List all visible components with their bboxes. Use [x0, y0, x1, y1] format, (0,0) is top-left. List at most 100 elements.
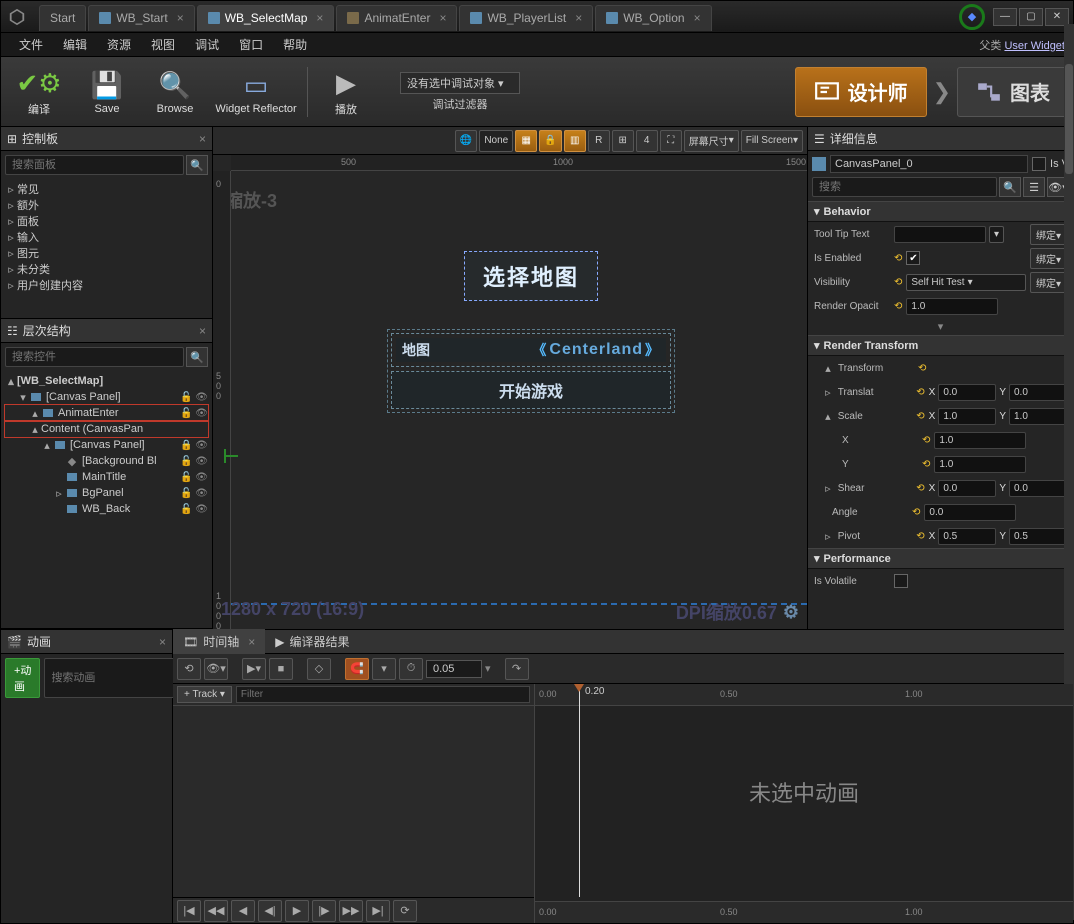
save-button[interactable]: 💾Save — [75, 61, 139, 123]
frame-back-icon[interactable]: ◀| — [258, 900, 282, 922]
scale-x-input[interactable] — [938, 408, 996, 425]
reset-icon[interactable]: ⟲ — [894, 253, 902, 264]
tab-wb-playerlist[interactable]: WB_PlayerList× — [459, 5, 593, 31]
palette-tab[interactable]: ⊞控制板× — [1, 127, 212, 151]
menu-file[interactable]: 文件 — [9, 32, 53, 57]
hierarchy-row[interactable]: ◆[Background Bl🔓 👁 — [5, 453, 208, 469]
enabled-checkbox[interactable]: ✔ — [906, 251, 920, 265]
menu-debug[interactable]: 调试 — [185, 32, 229, 57]
search-icon[interactable]: 🔍 — [186, 347, 208, 367]
hierarchy-row[interactable]: ▴[Canvas Panel]🔒 👁 — [5, 437, 208, 453]
grid-button[interactable]: ⊞ — [612, 130, 634, 152]
play-reverse-icon[interactable]: ◀ — [231, 900, 255, 922]
reset-icon[interactable]: ⟲ — [894, 301, 902, 312]
play-icon[interactable]: ▶▾ — [242, 658, 266, 680]
hierarchy-tree[interactable]: ▴[WB_SelectMap] ▾[Canvas Panel]🔓 👁▴Anima… — [1, 371, 212, 519]
fps-icon[interactable]: ⏱ — [399, 658, 423, 680]
translate-y-input[interactable] — [1009, 384, 1067, 401]
browse-button[interactable]: 🔍Browse — [143, 61, 207, 123]
menu-asset[interactable]: 资源 — [97, 32, 141, 57]
parent-class-link[interactable]: User Widget — [1004, 40, 1065, 52]
hierarchy-row[interactable]: MainTitle🔓 👁 — [5, 469, 208, 485]
angle-input[interactable] — [924, 504, 1016, 521]
opacity-input[interactable] — [906, 298, 998, 315]
widget-name-input[interactable] — [830, 155, 1028, 173]
pivot-x-input[interactable] — [938, 528, 996, 545]
add-animation-button[interactable]: +动画 — [5, 658, 40, 698]
loop-icon[interactable]: ⟳ — [393, 900, 417, 922]
details-search-input[interactable] — [812, 177, 997, 197]
close-icon[interactable]: × — [439, 11, 446, 25]
play-fwd-icon[interactable]: ▶ — [285, 900, 309, 922]
curve-icon[interactable]: ↷ — [505, 658, 529, 680]
stop-icon[interactable]: ■ — [269, 658, 293, 680]
lang-button[interactable]: 🌐 — [455, 130, 477, 152]
reset-icon[interactable]: ⟲ — [918, 363, 926, 374]
menu-window[interactable]: 窗口 — [229, 32, 273, 57]
designer-viewport[interactable]: 缩放-3 500 1000 1500 0 5 0 0 1 0 0 0 选择地图 — [213, 155, 807, 629]
widget-reflector-button[interactable]: ▭Widget Reflector — [211, 61, 301, 123]
palette-tree[interactable]: ▹常见 ▹额外 ▹面板 ▹输入 ▹图元 ▹未分类 ▹用户创建内容 — [1, 179, 212, 295]
filter-icon[interactable]: ☰ — [1023, 177, 1045, 197]
tab-start[interactable]: Start — [39, 5, 86, 31]
outline-button[interactable]: ▦ — [515, 130, 537, 152]
category-performance[interactable]: ▾ Performance — [808, 548, 1073, 569]
pivot-y-input[interactable] — [1009, 528, 1067, 545]
screen-size-button[interactable]: 屏幕尺寸▾ — [684, 130, 739, 152]
tab-animatenter[interactable]: AnimatEnter× — [336, 5, 457, 31]
window-close[interactable]: ✕ — [1045, 8, 1069, 26]
close-icon[interactable]: × — [575, 11, 582, 25]
menu-view[interactable]: 视图 — [141, 32, 185, 57]
lock-button[interactable]: 🔒 — [539, 130, 561, 152]
compiler-results-tab[interactable]: ▶编译器结果 — [265, 629, 359, 654]
goto-start-icon[interactable]: |◀ — [177, 900, 201, 922]
tab-wb-start[interactable]: WB_Start× — [88, 5, 194, 31]
time-step-input[interactable] — [426, 660, 482, 678]
gear-icon[interactable]: ⚙ — [783, 602, 799, 623]
menu-help[interactable]: 帮助 — [273, 32, 317, 57]
goto-end-icon[interactable]: ▶| — [366, 900, 390, 922]
fill-screen-button[interactable]: Fill Screen▾ — [741, 130, 803, 152]
scale-y-solo[interactable] — [934, 456, 1026, 473]
window-minimize[interactable]: — — [993, 8, 1017, 26]
bind-button[interactable]: 绑定▾ — [1030, 248, 1067, 269]
scale-x-solo[interactable] — [934, 432, 1026, 449]
is-variable-checkbox[interactable] — [1032, 157, 1046, 171]
hierarchy-tab[interactable]: ☷层次结构× — [1, 319, 212, 343]
rewind-icon[interactable]: ⟲ — [177, 658, 201, 680]
close-icon[interactable]: × — [316, 11, 323, 25]
scale-y-input[interactable] — [1009, 408, 1067, 425]
close-icon[interactable]: × — [694, 11, 701, 25]
animations-tab[interactable]: 🎬动画× — [1, 630, 172, 654]
close-icon[interactable]: × — [159, 635, 166, 649]
zoom-fit-button[interactable]: ⛶ — [660, 130, 682, 152]
add-track-button[interactable]: + Track ▾ — [177, 686, 232, 703]
none-button[interactable]: None — [479, 130, 513, 152]
details-tab[interactable]: ☰详细信息 — [808, 127, 1073, 151]
bind-button[interactable]: 绑定▾ — [1030, 224, 1067, 245]
hierarchy-row[interactable]: WB_Back🔓 👁 — [5, 501, 208, 517]
close-icon[interactable]: × — [199, 324, 206, 338]
play-button[interactable]: ▶播放 — [314, 61, 378, 123]
volatile-checkbox[interactable] — [894, 574, 908, 588]
timeline-graph[interactable]: 0.00 0.50 1.00 1.50 0.20 未选中动画 0.00 0.50… — [535, 684, 1073, 923]
menu-edit[interactable]: 编辑 — [53, 32, 97, 57]
frame-fwd-icon[interactable]: |▶ — [312, 900, 336, 922]
window-maximize[interactable]: ▢ — [1019, 8, 1043, 26]
track-filter-input[interactable] — [236, 686, 530, 703]
tab-wb-option[interactable]: WB_Option× — [595, 5, 711, 31]
hierarchy-search-input[interactable] — [5, 347, 184, 367]
reset-icon[interactable]: ⟲ — [894, 277, 902, 288]
layout-button[interactable]: ▥ — [564, 130, 586, 152]
visibility-select[interactable]: Self Hit Test ▾ — [906, 274, 1026, 291]
tooltip-input[interactable] — [894, 226, 986, 243]
translate-x-input[interactable] — [938, 384, 996, 401]
hierarchy-row[interactable]: ▴AnimatEnter🔓 👁 — [5, 405, 208, 421]
graph-mode-button[interactable]: 图表 — [957, 67, 1069, 117]
marketplace-icon[interactable]: ◆ — [959, 4, 985, 30]
key-icon[interactable]: ◇ — [307, 658, 331, 680]
step-back-icon[interactable]: ◀◀ — [204, 900, 228, 922]
step-fwd-icon[interactable]: ▶▶ — [339, 900, 363, 922]
playhead[interactable]: 0.20 — [579, 684, 580, 897]
shear-y-input[interactable] — [1009, 480, 1067, 497]
